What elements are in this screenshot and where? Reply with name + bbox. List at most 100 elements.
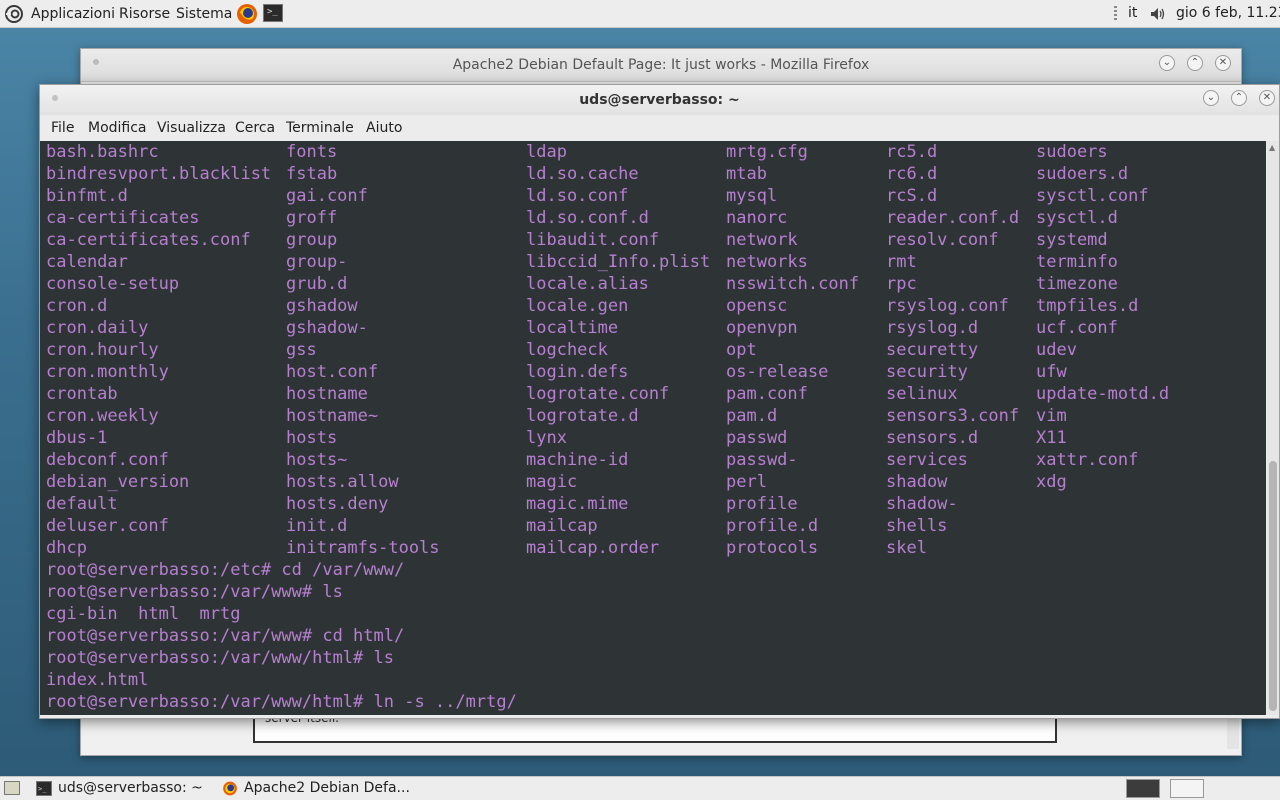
file-entry: grub.d [286,274,348,294]
file-entry: sysctl.conf [1036,186,1149,206]
file-entry: shadow [886,472,948,492]
file-entry: deluser.conf [46,516,169,536]
file-entry: cron.hourly [46,340,159,360]
close-button[interactable]: ✕ [1259,90,1275,106]
file-entry: sensors3.conf [886,406,1020,426]
maximize-button[interactable]: ⌃ [1187,55,1203,71]
menu-sistema[interactable]: Sistema [176,5,232,23]
file-entry: ldap [526,142,567,162]
file-entry: udev [1036,340,1077,360]
file-entry: cron.daily [46,318,149,338]
top-panel: Applicazioni Risorse Sistema >_ it gio 6… [0,0,1280,28]
file-entry: opensc [726,296,788,316]
file-entry: passwd- [726,450,798,470]
menu-visualizza[interactable]: Visualizza [157,120,226,136]
file-entry: machine-id [526,450,629,470]
file-entry: host.conf [286,362,379,382]
file-entry: rc5.d [886,142,938,162]
file-entry: dhcp [46,538,87,558]
menu-risorse[interactable]: Risorse [119,5,170,23]
file-entry: logrotate.d [526,406,639,426]
terminal-scrollbar[interactable]: ▲ [1267,141,1279,715]
minimize-button[interactable]: ⌄ [1203,90,1219,106]
file-entry: debconf.conf [46,450,169,470]
file-entry: network [726,230,798,250]
file-entry: initramfs-tools [286,538,440,558]
file-entry: passwd [726,428,788,448]
terminal-line: root@serverbasso:/var/www# cd html/ [46,626,405,646]
file-entry: locale.gen [526,296,629,316]
menu-modifica[interactable]: Modifica [88,120,147,136]
file-entry: mailcap [526,516,598,536]
maximize-button[interactable]: ⌃ [1231,90,1247,106]
file-entry: mysql [726,186,778,206]
file-entry: debian_version [46,472,190,492]
file-entry: mrtg.cfg [726,142,808,162]
file-entry: ca-certificates.conf [46,230,251,250]
volume-icon[interactable] [1149,5,1167,23]
file-entry: hosts [286,428,338,448]
file-entry: rc6.d [886,164,938,184]
file-entry: rsyslog.conf [886,296,1009,316]
terminal-line: root@serverbasso:/var/www# ls [46,582,343,602]
file-entry: nanorc [726,208,788,228]
workspace-2[interactable] [1170,779,1204,798]
file-entry: rmt [886,252,917,272]
task-label: uds@serverbasso: ~ [58,780,203,796]
terminal-output[interactable]: bash.bashrc fonts ldap mrtg.cfg rc5.d sudoers… [40,141,1266,715]
file-entry: groff [286,208,338,228]
file-entry: bash.bashrc [46,142,159,162]
file-entry: ucf.conf [1036,318,1118,338]
menu-file[interactable]: File [51,120,74,136]
workspace-1[interactable] [1126,779,1160,798]
menu-applicazioni[interactable]: Applicazioni [31,5,115,23]
file-entry: opt [726,340,757,360]
keyboard-layout[interactable]: it [1128,5,1137,21]
file-entry: logcheck [526,340,608,360]
file-entry: default [46,494,118,514]
file-entry: gss [286,340,317,360]
file-entry: selinux [886,384,958,404]
clock[interactable]: gio 6 feb, 11.23 [1176,5,1280,21]
firefox-titlebar[interactable]: Apache2 Debian Default Page: It just wor… [81,49,1241,82]
file-entry: shadow- [886,494,958,514]
file-entry: skel [886,538,927,558]
debian-logo-icon[interactable] [4,4,24,24]
terminal-titlebar[interactable]: uds@serverbasso: ~ ⌄ ⌃ ✕ [40,85,1279,115]
file-entry: terminfo [1036,252,1118,272]
file-entry: calendar [46,252,128,272]
menu-terminale[interactable]: Terminale [286,120,354,136]
file-entry: pam.conf [726,384,808,404]
minimize-button[interactable]: ⌄ [1159,55,1175,71]
file-entry: magic [526,472,578,492]
terminal-launcher-icon[interactable]: >_ [263,4,283,22]
show-desktop-icon[interactable] [4,781,20,795]
file-entry: group [286,230,338,250]
terminal-line: cgi-bin html mrtg [46,604,241,624]
firefox-launcher-icon[interactable] [236,3,258,25]
file-entry: hosts.allow [286,472,399,492]
file-entry: rsyslog.d [886,318,979,338]
file-entry: services [886,450,968,470]
task-firefox[interactable]: Apache2 Debian Defa... [218,777,458,800]
file-entry: timezone [1036,274,1118,294]
menu-cerca[interactable]: Cerca [235,120,275,136]
file-entry: resolv.conf [886,230,999,250]
scroll-up-icon[interactable]: ▲ [1269,143,1275,152]
close-button[interactable]: ✕ [1215,55,1231,71]
file-entry: gai.conf [286,186,368,206]
file-entry: hostname~ [286,406,379,426]
bottom-taskbar: >_ uds@serverbasso: ~ Apache2 Debian Def… [0,776,1280,800]
file-entry: vim [1036,406,1067,426]
scrollbar-thumb[interactable] [1269,461,1277,711]
task-terminal[interactable]: >_ uds@serverbasso: ~ [32,777,218,800]
menu-aiuto[interactable]: Aiuto [366,120,402,136]
terminal-line: root@serverbasso:/etc# cd /var/www/ [46,560,405,580]
file-entry: dbus-1 [46,428,108,448]
file-entry: shells [886,516,948,536]
file-entry: rcS.d [886,186,938,206]
file-entry: ld.so.conf.d [526,208,649,228]
file-entry: hosts.deny [286,494,389,514]
file-entry: mailcap.order [526,538,660,558]
file-entry: protocols [726,538,819,558]
